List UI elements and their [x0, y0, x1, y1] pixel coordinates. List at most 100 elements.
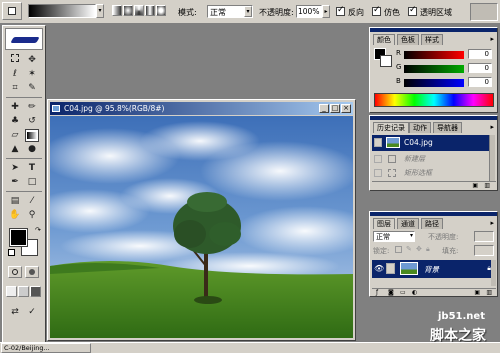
history-brush-source-icon	[374, 155, 382, 163]
opacity-field[interactable]: 100%	[296, 5, 322, 18]
palette-menu-icon[interactable]: ▸	[490, 123, 494, 131]
minimized-document[interactable]: C-02/Beijing...	[1, 343, 91, 353]
eraser-tool-icon[interactable]: ▱	[8, 129, 22, 142]
transparency-checkbox[interactable]	[408, 5, 417, 18]
fill-field[interactable]	[474, 245, 494, 256]
dither-checkbox[interactable]	[372, 5, 381, 18]
history-state-row[interactable]: 矩形选框	[372, 167, 490, 179]
g-value-field[interactable]: 0	[468, 63, 492, 73]
reverse-checkbox[interactable]	[336, 5, 345, 18]
quick-mask-button[interactable]	[25, 266, 39, 278]
full-screen-menu-mode-button[interactable]	[18, 286, 29, 297]
lasso-tool-icon[interactable]: ℓ	[8, 68, 22, 81]
palette-menu-icon[interactable]: ▸	[490, 35, 494, 43]
eyedropper-tool-icon[interactable]: ⁄	[25, 195, 39, 208]
color-spectrum-bar[interactable]	[374, 93, 494, 107]
radial-gradient-button[interactable]	[123, 5, 133, 16]
healing-brush-tool-icon[interactable]: ✚	[8, 101, 22, 114]
crop-tool-icon[interactable]: ⌗	[8, 82, 22, 95]
layer-link-icon[interactable]	[386, 263, 395, 274]
palette-menu-icon[interactable]: ▸	[490, 219, 494, 227]
notes-tool-icon[interactable]: ▤	[8, 195, 22, 208]
tab-actions[interactable]: 动作	[409, 122, 431, 133]
angle-gradient-button[interactable]	[134, 5, 144, 16]
trash-icon[interactable]: ▥	[484, 182, 490, 189]
slice-tool-icon[interactable]: ✎	[25, 82, 39, 95]
tab-color[interactable]: 颜色	[373, 34, 395, 45]
history-scrollbar[interactable]	[489, 135, 495, 181]
gradient-dropdown[interactable]: ▾	[96, 4, 104, 18]
tab-history[interactable]: 历史记录	[373, 122, 409, 133]
layers-scrollbar[interactable]	[491, 260, 496, 286]
gradient-picker[interactable]	[28, 4, 96, 18]
clone-stamp-tool-icon[interactable]: ♣	[8, 115, 22, 128]
swap-colors-icon[interactable]: ↷	[35, 226, 41, 234]
b-slider[interactable]	[404, 79, 464, 87]
palette-well[interactable]	[470, 3, 498, 21]
r-value-field[interactable]: 0	[468, 49, 492, 59]
diamond-gradient-button[interactable]	[156, 5, 166, 16]
tab-swatches[interactable]: 色板	[397, 34, 419, 45]
new-layer-set-icon[interactable]: ▭	[400, 289, 406, 296]
history-brush-tool-icon[interactable]: ↺	[25, 115, 39, 128]
palette-titlebar[interactable]	[370, 28, 497, 32]
standard-mode-button[interactable]	[8, 266, 22, 278]
brush-tool-icon[interactable]: ✏	[25, 101, 39, 114]
imageready-icon[interactable]: ✓	[25, 306, 39, 319]
path-selection-tool-icon[interactable]: ➤	[8, 162, 22, 175]
tab-layers[interactable]: 图层	[373, 218, 395, 229]
zoom-tool-icon[interactable]: ⚲	[25, 209, 39, 222]
dodge-tool-icon[interactable]: ●	[25, 143, 39, 156]
shape-tool-icon[interactable]: □	[25, 176, 39, 189]
eye-icon[interactable]: 👁︎	[374, 264, 384, 273]
linear-gradient-button[interactable]	[112, 5, 122, 16]
trash-icon[interactable]: ▥	[486, 289, 492, 296]
full-screen-mode-button[interactable]	[30, 286, 41, 297]
history-state-row[interactable]: 新建层	[372, 153, 490, 165]
standard-screen-mode-button[interactable]	[6, 286, 17, 297]
g-slider[interactable]	[404, 65, 464, 73]
layer-mask-icon[interactable]: ◙	[388, 289, 394, 296]
lock-all-icon[interactable]: 🔒︎	[426, 245, 430, 254]
hand-tool-icon[interactable]: ✋	[8, 209, 22, 222]
palette-titlebar[interactable]	[370, 116, 497, 120]
jump-to-imageready-icon[interactable]: ⇄	[8, 306, 22, 319]
adjustment-layer-icon[interactable]: ◐	[412, 289, 417, 296]
opacity-slider-button[interactable]: ▸	[322, 5, 330, 18]
r-slider[interactable]	[404, 51, 464, 59]
document-title-bar[interactable]: C04.jpg @ 95.8%(RGB/8#) _ □ ×	[50, 102, 353, 115]
b-value-field[interactable]: 0	[468, 77, 492, 87]
lock-transparency-icon[interactable]	[395, 246, 402, 253]
tool-preset-button[interactable]	[2, 2, 22, 20]
layer-style-icon[interactable]: ƒ	[376, 289, 378, 296]
lock-move-icon[interactable]: ✥	[416, 245, 422, 253]
document-canvas[interactable]	[50, 116, 353, 338]
blur-tool-icon[interactable]: ▲	[8, 143, 22, 156]
tab-channels[interactable]: 通道	[397, 218, 419, 229]
layer-opacity-field[interactable]	[474, 231, 494, 242]
palette-bg-swatch[interactable]	[380, 55, 392, 67]
history-snapshot-row[interactable]: C04.jpg	[372, 135, 490, 151]
lock-brush-icon[interactable]: ✎	[406, 245, 412, 253]
move-tool-icon[interactable]: ✥	[25, 54, 39, 67]
magic-wand-tool-icon[interactable]: ✶	[25, 68, 39, 81]
palette-titlebar[interactable]	[370, 212, 497, 216]
new-layer-icon[interactable]: ▣	[474, 289, 480, 296]
layer-row-background[interactable]: 👁︎ 背景 🔒︎	[372, 260, 495, 278]
pen-tool-icon[interactable]: ✒	[8, 176, 22, 189]
tab-styles[interactable]: 样式	[421, 34, 443, 45]
reflected-gradient-button[interactable]	[145, 5, 155, 16]
tab-paths[interactable]: 路径	[421, 218, 443, 229]
marquee-tool-icon[interactable]	[8, 54, 22, 67]
type-tool-icon[interactable]: T	[25, 162, 39, 175]
gradient-tool-icon[interactable]	[25, 129, 39, 142]
minimize-button[interactable]: _	[319, 104, 329, 113]
default-colors-icon[interactable]	[8, 249, 15, 256]
close-button[interactable]: ×	[341, 104, 351, 113]
maximize-button[interactable]: □	[330, 104, 340, 113]
new-snapshot-icon[interactable]: ▣	[472, 182, 478, 189]
tab-navigator[interactable]: 导航器	[433, 122, 462, 133]
blend-mode-select[interactable]: 正常 ▾	[373, 231, 415, 242]
adobe-online-button[interactable]	[5, 28, 43, 50]
mode-select[interactable]: 正常 ▾	[207, 5, 253, 18]
